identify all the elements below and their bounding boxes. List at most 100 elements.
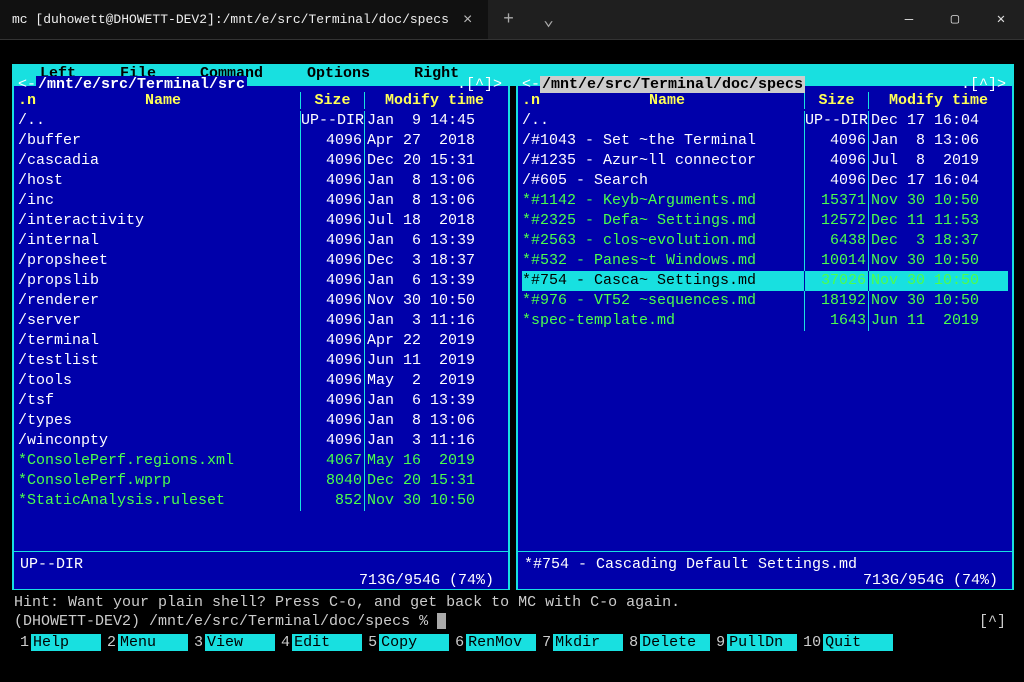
file-size: 12572 [804,211,868,231]
col-size[interactable]: Size [804,92,868,109]
file-mtime: Nov 30 10:50 [868,191,1008,211]
list-item[interactable]: *#2325 - Defa~ Settings.md12572Dec 11 11… [522,211,1008,231]
fkey-pulldn[interactable]: 9PullDn [710,634,797,651]
list-item[interactable]: *ConsolePerf.wprp8040Dec 20 15:31 [18,471,504,491]
left-file-list[interactable]: /..UP--DIRJan 9 14:45/buffer4096Apr 27 2… [14,111,508,513]
tab-close-icon[interactable]: × [459,11,477,29]
list-item[interactable]: /propsheet4096Dec 3 18:37 [18,251,504,271]
list-item[interactable]: /testlist4096Jun 11 2019 [18,351,504,371]
close-window-button[interactable]: ✕ [978,0,1024,39]
list-item[interactable]: *#1142 - Keyb~Arguments.md15371Nov 30 10… [522,191,1008,211]
minimize-button[interactable]: — [886,0,932,39]
hint-line: Hint: Want your plain shell? Press C-o, … [14,594,1012,611]
file-mtime: Jan 8 13:06 [364,191,504,211]
fkey-edit[interactable]: 4Edit [275,634,362,651]
fkey-view[interactable]: 3View [188,634,275,651]
tab-title: mc [duhowett@DHOWETT-DEV2]:/mnt/e/src/Te… [12,12,449,27]
menu-options[interactable]: Options [285,64,392,84]
history-up-icon[interactable]: [^] [979,613,1012,630]
col-name[interactable]: Name [26,92,300,109]
file-mtime: Jul 8 2019 [868,151,1008,171]
list-item[interactable]: /types4096Jan 8 13:06 [18,411,504,431]
file-size: 10014 [804,251,868,271]
file-name: /terminal [18,331,300,351]
fkey-number: 10 [797,634,823,651]
list-item[interactable]: /tsf4096Jan 6 13:39 [18,391,504,411]
file-mtime: Jun 11 2019 [868,311,1008,331]
list-item[interactable]: /..UP--DIRJan 9 14:45 [18,111,504,131]
file-size: 4096 [300,371,364,391]
list-item[interactable]: /#1043 - Set ~the Terminal4096Jan 8 13:0… [522,131,1008,151]
list-item[interactable]: /renderer4096Nov 30 10:50 [18,291,504,311]
file-name: /types [18,411,300,431]
right-panel-corner-icon[interactable]: .[^]> [961,76,1006,93]
file-size: 4096 [300,151,364,171]
fkey-mkdir[interactable]: 7Mkdir [536,634,623,651]
fkey-menu[interactable]: 2Menu [101,634,188,651]
mc-panels: <- /mnt/e/src/Terminal/src .[^]> .n Name… [12,86,1014,590]
new-tab-button[interactable]: + [488,0,528,39]
fkey-quit[interactable]: 10Quit [797,634,893,651]
col-name[interactable]: Name [530,92,804,109]
list-item[interactable]: *StaticAnalysis.ruleset852Nov 30 10:50 [18,491,504,511]
fkey-delete[interactable]: 8Delete [623,634,710,651]
col-n[interactable]: .n [522,92,530,109]
file-mtime: Jan 3 11:16 [364,311,504,331]
list-item[interactable]: /internal4096Jan 6 13:39 [18,231,504,251]
list-item[interactable]: /#1235 - Azur~ll connector4096Jul 8 2019 [522,151,1008,171]
file-mtime: Jan 3 11:16 [364,431,504,451]
right-panel-path[interactable]: /mnt/e/src/Terminal/doc/specs [540,76,805,93]
tab-dropdown-button[interactable]: ⌄ [528,0,568,39]
file-mtime: Jan 8 13:06 [364,411,504,431]
list-item[interactable]: /#605 - Search4096Dec 17 16:04 [522,171,1008,191]
shell-prompt[interactable]: (DHOWETT-DEV2) /mnt/e/src/Terminal/doc/s… [14,613,1012,630]
list-item[interactable]: *spec-template.md1643Jun 11 2019 [522,311,1008,331]
file-size: 4067 [300,451,364,471]
prompt-host: (DHOWETT-DEV2) [14,613,149,630]
list-item[interactable]: *#532 - Panes~t Windows.md10014Nov 30 10… [522,251,1008,271]
right-file-list[interactable]: /..UP--DIRDec 17 16:04/#1043 - Set ~the … [518,111,1012,333]
list-item[interactable]: *ConsolePerf.regions.xml4067May 16 2019 [18,451,504,471]
fkey-copy[interactable]: 5Copy [362,634,449,651]
list-item[interactable]: /..UP--DIRDec 17 16:04 [522,111,1008,131]
right-panel[interactable]: <- /mnt/e/src/Terminal/doc/specs .[^]> .… [516,86,1014,590]
list-item[interactable]: /cascadia4096Dec 20 15:31 [18,151,504,171]
fkey-renmov[interactable]: 6RenMov [449,634,536,651]
fkey-label: Copy [379,634,449,651]
list-item[interactable]: *#754 - Casca~ Settings.md37026Nov 30 10… [522,271,1008,291]
list-item[interactable]: /inc4096Jan 8 13:06 [18,191,504,211]
file-size: 4096 [300,331,364,351]
fkey-label: Mkdir [553,634,623,651]
left-panel-back-icon[interactable]: <- [18,76,36,93]
prompt-path: /mnt/e/src/Terminal/doc/specs % [149,613,437,630]
fkey-number: 6 [449,634,466,651]
file-name: /#605 - Search [522,171,804,191]
col-n[interactable]: .n [18,92,26,109]
col-modify[interactable]: Modify time [364,92,504,109]
list-item[interactable]: /buffer4096Apr 27 2018 [18,131,504,151]
right-panel-back-icon[interactable]: <- [522,76,540,93]
file-name: /testlist [18,351,300,371]
list-item[interactable]: /server4096Jan 3 11:16 [18,311,504,331]
list-item[interactable]: *#2563 - clos~evolution.md6438Dec 3 18:3… [522,231,1008,251]
col-modify[interactable]: Modify time [868,92,1008,109]
file-mtime: Dec 17 16:04 [868,171,1008,191]
file-size: 8040 [300,471,364,491]
left-panel-corner-icon[interactable]: .[^]> [457,76,502,93]
file-mtime: Jun 11 2019 [364,351,504,371]
list-item[interactable]: /host4096Jan 8 13:06 [18,171,504,191]
terminal-tab[interactable]: mc [duhowett@DHOWETT-DEV2]:/mnt/e/src/Te… [0,0,488,39]
list-item[interactable]: /propslib4096Jan 6 13:39 [18,271,504,291]
fkey-help[interactable]: 1Help [14,634,101,651]
col-size[interactable]: Size [300,92,364,109]
maximize-button[interactable]: ▢ [932,0,978,39]
list-item[interactable]: /interactivity4096Jul 18 2018 [18,211,504,231]
list-item[interactable]: /tools4096May 2 2019 [18,371,504,391]
file-name: /.. [18,111,300,131]
list-item[interactable]: /terminal4096Apr 22 2019 [18,331,504,351]
left-panel-path[interactable]: /mnt/e/src/Terminal/src [36,76,247,93]
list-item[interactable]: *#976 - VT52 ~sequences.md18192Nov 30 10… [522,291,1008,311]
fkey-label: Help [31,634,101,651]
left-panel[interactable]: <- /mnt/e/src/Terminal/src .[^]> .n Name… [12,86,510,590]
list-item[interactable]: /winconpty4096Jan 3 11:16 [18,431,504,451]
